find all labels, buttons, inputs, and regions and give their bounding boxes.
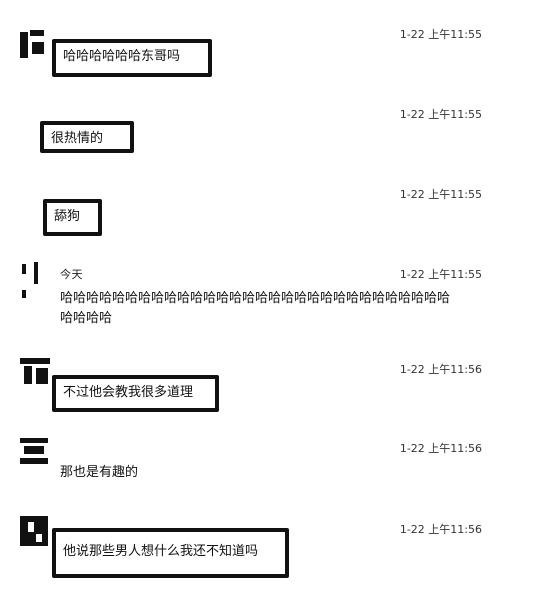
message-timestamp: 1-22 上午11:55 <box>399 28 482 41</box>
message-timestamp: 1-22 上午11:55 <box>399 108 482 121</box>
avatar[interactable] <box>20 436 48 468</box>
message-timestamp: 1-22 上午11:55 <box>399 268 482 281</box>
message-text[interactable]: 那也是有趣的 <box>60 463 138 483</box>
message-bubble[interactable]: 他说那些男人想什么我还不知道吗 <box>52 528 289 578</box>
message-timestamp: 1-22 上午11:56 <box>399 523 482 536</box>
avatar[interactable] <box>20 514 48 548</box>
message-timestamp: 1-22 上午11:56 <box>399 363 482 376</box>
avatar[interactable] <box>20 28 48 62</box>
message-timestamp: 1-22 上午11:56 <box>399 442 482 455</box>
message-bubble[interactable]: 哈哈哈哈哈哈东哥吗 <box>52 39 212 77</box>
message-text[interactable]: 哈哈哈哈哈哈哈哈哈哈哈哈哈哈哈哈哈哈哈哈哈哈哈哈哈哈哈哈哈哈哈哈哈哈 <box>60 289 452 329</box>
avatar[interactable] <box>20 262 44 300</box>
sender-name: 今天 <box>60 268 83 281</box>
avatar[interactable] <box>20 356 50 388</box>
message-bubble[interactable]: 不过他会教我很多道理 <box>52 375 219 412</box>
message-bubble[interactable]: 很热情的 <box>40 121 134 153</box>
message-bubble[interactable]: 舔狗 <box>43 199 102 236</box>
message-timestamp: 1-22 上午11:55 <box>399 188 482 201</box>
